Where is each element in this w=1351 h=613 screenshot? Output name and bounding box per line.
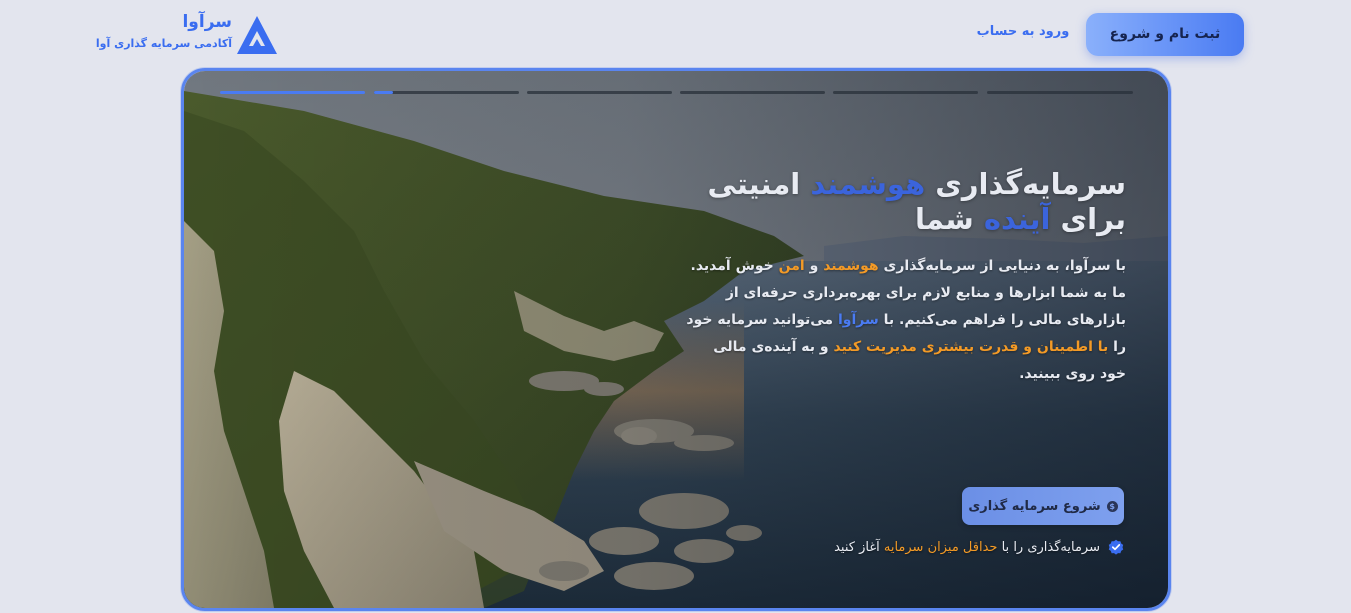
hero-content: سرمایه‌گذاری هوشمند امنیتی برای آینده شم… (684, 167, 1126, 388)
min-capital-note: سرمایه‌گذاری را با حداقل میزان سرمایه آغ… (794, 536, 1124, 558)
title-text: سرمایه‌گذاری (925, 167, 1126, 201)
description-text: و (804, 258, 824, 274)
coin-icon: $ (1106, 500, 1118, 512)
brand-subtitle: آکادمی سرمایه گذاری آوا (95, 37, 232, 50)
hero-description: با سرآوا، به دنیایی از سرمایه‌گذاری هوشم… (684, 253, 1126, 388)
progress-fill (374, 91, 393, 94)
progress-segment[interactable] (220, 91, 365, 94)
hero-title: سرمایه‌گذاری هوشمند امنیتی برای آینده شم… (684, 167, 1126, 237)
progress-segment[interactable] (680, 91, 825, 94)
progress-segment[interactable] (833, 91, 978, 94)
description-highlight: با اطمینان و قدرت بیشتری مدیریت کنید (833, 339, 1109, 355)
start-investing-button[interactable]: $ شروع سرمایه گذاری (962, 487, 1124, 525)
brand-name: سرآوا (182, 12, 232, 32)
progress-segment[interactable] (527, 91, 672, 94)
brand-text: سرآوا آکادمی سرمایه گذاری آوا (95, 11, 232, 52)
title-text: شما (914, 202, 984, 236)
start-investing-label: شروع سرمایه گذاری (968, 498, 1101, 514)
signup-button[interactable]: ثبت نام و شروع (1086, 13, 1244, 56)
note-part: آغاز کنید (834, 539, 884, 555)
title-highlight: هوشمند (810, 167, 926, 201)
hero-slider: سرمایه‌گذاری هوشمند امنیتی برای آینده شم… (181, 68, 1171, 611)
description-text: با سرآوا، به دنیایی از سرمایه‌گذاری (878, 258, 1127, 274)
verified-check-icon (1108, 539, 1124, 555)
login-button[interactable]: ورود به حساب (964, 19, 1082, 45)
slide-progress (220, 91, 1134, 95)
description-brand: سرآوا (837, 312, 879, 328)
title-highlight: آینده (983, 202, 1051, 236)
logo-icon (237, 16, 277, 54)
note-highlight: حداقل میزان سرمایه (883, 539, 998, 555)
progress-segment[interactable] (374, 91, 519, 94)
top-navbar: سرآوا آکادمی سرمایه گذاری آوا ورود به حس… (0, 0, 1351, 62)
note-text: سرمایه‌گذاری را با حداقل میزان سرمایه آغ… (834, 540, 1100, 555)
description-highlight: امن (778, 258, 805, 274)
description-highlight: هوشمند (823, 258, 879, 274)
progress-segment[interactable] (987, 91, 1133, 94)
note-part: سرمایه‌گذاری را با (997, 539, 1100, 555)
